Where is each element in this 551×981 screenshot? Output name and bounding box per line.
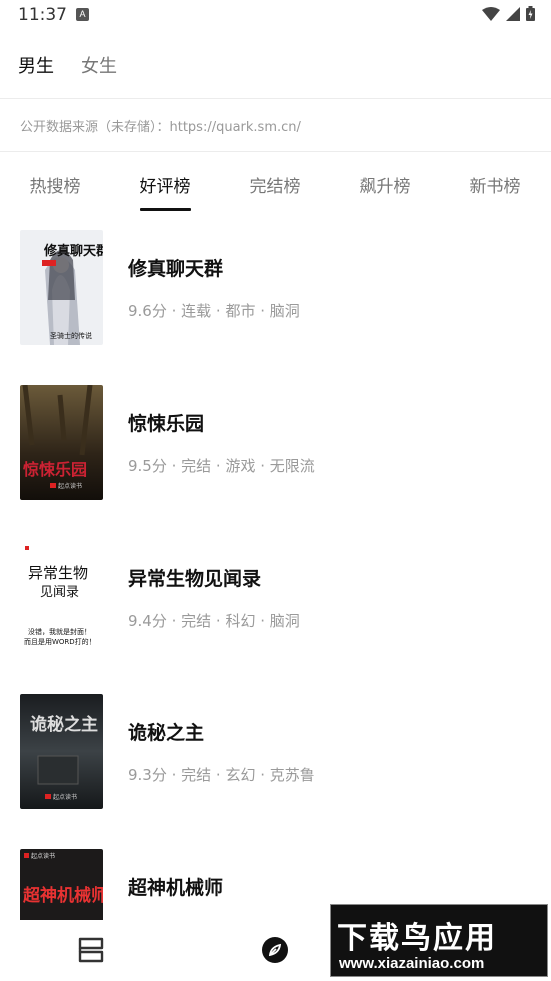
compass-icon[interactable] — [261, 936, 289, 964]
book-title[interactable]: 诡秘之主 — [128, 718, 204, 745]
book-item[interactable]: 惊悚乐园 起点读书 惊悚乐园 9.5分 · 完结 · 游戏 · 无限流 — [0, 385, 551, 515]
tab-hot-search[interactable]: 热搜榜 — [20, 172, 90, 197]
signal-icon — [506, 6, 520, 21]
book-cover[interactable]: 修真聊天群 圣骑士的传说 — [20, 230, 103, 345]
svg-text:修真聊天群: 修真聊天群 — [43, 243, 103, 259]
status-icons — [482, 6, 535, 21]
svg-text:起点读书: 起点读书 — [31, 852, 55, 860]
svg-text:起点读书: 起点读书 — [58, 482, 82, 490]
book-cover[interactable]: 诡秘之主 起点读书 — [20, 694, 103, 809]
watermark-url: www.xiazainiao.com — [339, 955, 485, 972]
svg-text:诡秘之主: 诡秘之主 — [30, 714, 98, 735]
tab-rising[interactable]: 飙升榜 — [350, 172, 420, 197]
status-time: 11:37 — [18, 5, 67, 25]
svg-text:见闻录: 见闻录 — [40, 585, 79, 600]
status-bar: 11:37 A — [0, 0, 551, 30]
tab-top-rated[interactable]: 好评榜 — [130, 172, 200, 197]
book-cover[interactable]: 起点读书 超神机械师 — [20, 849, 103, 920]
watermark-text: 下载鸟应用 — [337, 921, 497, 956]
svg-text:惊悚乐园: 惊悚乐园 — [23, 460, 87, 479]
notification-icon: A — [76, 8, 89, 21]
gender-tabs: 男生 女生 — [0, 44, 551, 84]
book-item[interactable]: 诡秘之主 起点读书 诡秘之主 9.3分 · 完结 · 玄幻 · 克苏鲁 — [0, 694, 551, 824]
svg-text:圣骑士的传说: 圣骑士的传说 — [50, 331, 92, 340]
battery-icon — [526, 6, 535, 21]
book-cover[interactable]: 惊悚乐园 起点读书 — [20, 385, 103, 500]
book-item[interactable]: 异常生物 见闻录 没错，我就是封面！ 而且是用WORD打的！ 异常生物见闻录 9… — [0, 540, 551, 670]
book-meta: 9.6分 · 连载 · 都市 · 脑洞 — [128, 302, 300, 320]
active-tab-indicator — [140, 208, 191, 211]
bookshelf-icon[interactable] — [76, 936, 106, 964]
book-list[interactable]: 修真聊天群 圣骑士的传说 修真聊天群 9.6分 · 连载 · 都市 · 脑洞 惊… — [0, 230, 551, 920]
tab-new-books[interactable]: 新书榜 — [460, 172, 530, 197]
book-meta: 9.5分 · 完结 · 游戏 · 无限流 — [128, 457, 315, 475]
book-title[interactable]: 惊悚乐园 — [128, 409, 204, 436]
divider — [0, 98, 551, 99]
svg-text:而且是用WORD打的！: 而且是用WORD打的！ — [24, 637, 96, 646]
data-source-note: 公开数据来源（未存储）：https://quark.sm.cn/ — [20, 120, 301, 135]
book-meta: 9.4分 · 完结 · 科幻 · 脑洞 — [128, 612, 300, 630]
rank-tabs: 热搜榜 好评榜 完结榜 飙升榜 新书榜 — [0, 160, 551, 214]
svg-text:异常生物: 异常生物 — [28, 564, 88, 582]
wifi-icon — [482, 6, 500, 21]
book-title[interactable]: 超神机械师 — [128, 873, 223, 900]
book-title[interactable]: 异常生物见闻录 — [128, 564, 261, 591]
tab-female[interactable]: 女生 — [81, 52, 117, 78]
tab-male[interactable]: 男生 — [18, 52, 54, 78]
book-title[interactable]: 修真聊天群 — [128, 254, 223, 281]
book-meta: 9.3分 · 完结 · 玄幻 · 克苏鲁 — [128, 766, 315, 784]
svg-text:超神机械师: 超神机械师 — [23, 885, 103, 906]
svg-text:没错，我就是封面！: 没错，我就是封面！ — [28, 627, 91, 636]
book-item[interactable]: 修真聊天群 圣骑士的传说 修真聊天群 9.6分 · 连载 · 都市 · 脑洞 — [0, 230, 551, 360]
svg-text:起点读书: 起点读书 — [53, 793, 77, 801]
tab-completed[interactable]: 完结榜 — [240, 172, 310, 197]
watermark-logo: 下载鸟应用 www.xiazainiao.com — [330, 904, 548, 977]
book-cover[interactable]: 异常生物 见闻录 没错，我就是封面！ 而且是用WORD打的！ — [20, 540, 103, 655]
divider — [0, 151, 551, 152]
